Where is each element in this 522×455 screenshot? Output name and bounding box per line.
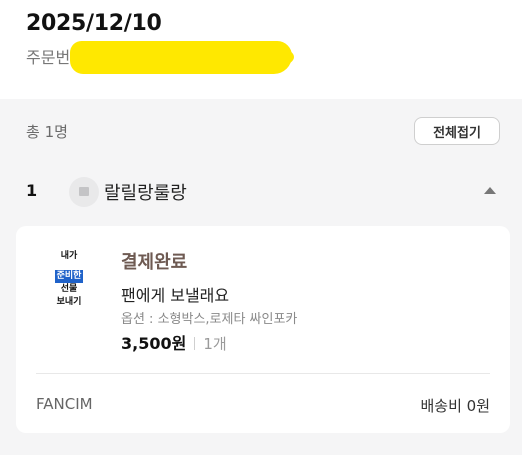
price-row: 3,500원 1개 <box>121 330 227 354</box>
redaction-mark-tail <box>270 49 294 65</box>
product-quantity: 1개 <box>203 335 227 353</box>
card-divider <box>36 373 490 374</box>
total-recipient-count: 총 1명 <box>26 123 68 141</box>
product-thumbnail[interactable]: 내가 준비한 선물 보내기 <box>38 250 100 312</box>
collapse-all-button[interactable]: 전체접기 <box>414 117 500 145</box>
chevron-up-icon[interactable] <box>484 187 496 194</box>
thumbnail-text-highlight: 준비한 <box>54 270 84 283</box>
redaction-mark <box>70 41 292 74</box>
image-placeholder-icon <box>79 187 89 196</box>
shipping-fee: 배송비 0원 <box>420 397 490 415</box>
recipient-summary: 총 1명 전체접기 <box>0 99 522 165</box>
thumbnail-text-line: 보내기 <box>56 297 82 307</box>
thumbnail-text-line: 내가 <box>60 251 78 261</box>
seller-name: FANCIM <box>36 395 93 413</box>
order-number-label: 주문번 <box>26 48 71 67</box>
avatar <box>69 177 99 207</box>
recipient-index: 1 <box>26 181 38 200</box>
recipient-header[interactable]: 1 랄릴랑룰랑 <box>0 165 522 219</box>
order-item-card: 내가 준비한 선물 보내기 결제완료 팬에게 보낼래요 옵션 : 소형박스,로제… <box>16 226 510 433</box>
order-date: 2025/12/10 <box>26 11 162 36</box>
recipient-name: 랄릴랑룰랑 <box>104 183 187 204</box>
order-header: 2025/12/10 주문번 <box>0 0 522 99</box>
product-name[interactable]: 팬에게 보낼래요 <box>121 282 229 306</box>
price-divider <box>194 337 196 350</box>
thumbnail-text-line: 선물 <box>60 284 78 294</box>
product-options: 옵션 : 소형박스,로제타 싸인포카 <box>121 312 298 327</box>
payment-status: 결제완료 <box>121 252 188 273</box>
product-price: 3,500원 <box>121 334 187 353</box>
